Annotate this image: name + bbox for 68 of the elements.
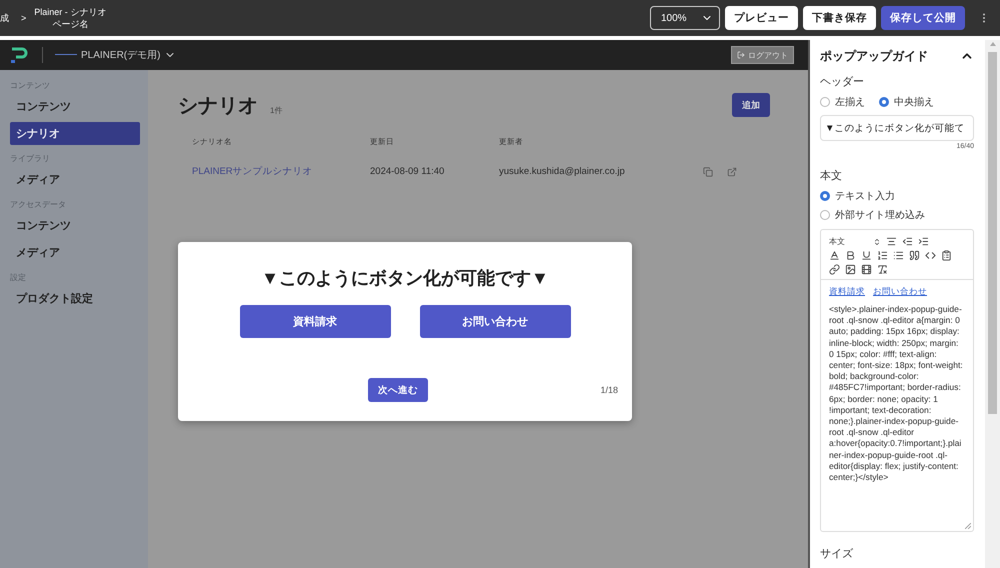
table-cell-text: yusuke.kushida@plainer.co.jp (499, 166, 626, 177)
sidebar-item[interactable]: メディア (10, 168, 140, 191)
next-button[interactable]: 次へ進む (368, 378, 428, 402)
toolbar-button[interactable]: プレビュー (725, 6, 798, 30)
link-icon[interactable] (829, 264, 840, 275)
logout-button[interactable]: ログアウト (731, 46, 794, 64)
code-icon[interactable] (925, 250, 936, 261)
radio-button[interactable] (879, 97, 889, 107)
clipboard-icon[interactable] (941, 250, 952, 261)
logout-icon (737, 51, 745, 59)
sidebar-item[interactable]: メディア (10, 241, 140, 264)
rich-text-editor[interactable] (820, 229, 974, 532)
header-input[interactable]: ▼このようにボタン化が可能て (820, 115, 974, 141)
image-icon[interactable] (845, 264, 856, 275)
sort-icon (873, 238, 881, 246)
add-button[interactable]: 追加 (732, 93, 770, 117)
item-count: 1件 (270, 105, 282, 116)
underline-icon[interactable] (861, 250, 872, 261)
format-select[interactable]: 本文 (829, 236, 881, 247)
align-icon[interactable] (886, 236, 897, 247)
radio-button[interactable] (820, 191, 830, 201)
page-counter: 1/18 (600, 385, 618, 395)
section-label: 本文 (820, 168, 843, 183)
radio-label: テキスト入力 (835, 190, 895, 203)
sidebar-heading: ライブラリ (10, 153, 51, 164)
sidebar-item[interactable]: コンテンツ (10, 95, 140, 118)
sidebar-item[interactable]: シナリオ (10, 122, 140, 145)
popup-button[interactable]: 資料請求 (240, 305, 390, 338)
dash-icon (55, 54, 77, 56)
page-heading: シナリオ (178, 94, 258, 119)
page-subtitle: ページ名 (52, 18, 88, 30)
logo-icon (10, 46, 30, 64)
sidebar-item[interactable]: コンテンツ (10, 214, 140, 237)
toolbar-button[interactable]: 下書き保存 (803, 6, 876, 30)
clear-format-icon[interactable] (877, 264, 888, 275)
section-label: ヘッダー (820, 75, 865, 89)
page-title: Plainer - シナリオ (34, 6, 106, 18)
indent-icon[interactable] (918, 236, 929, 247)
editor-link[interactable]: お問い合わせ (873, 286, 927, 298)
section-label: サイズ (820, 547, 854, 561)
breadcrumb-text: 成 (0, 12, 9, 24)
editor-link[interactable]: 資料請求 (829, 286, 865, 298)
sidebar-item[interactable]: プロダクト設定 (10, 287, 140, 310)
popup-title: ▼このようにボタン化が可能です▼ (261, 267, 549, 290)
resize-handle-icon[interactable] (965, 523, 971, 529)
popup-button[interactable]: お問い合わせ (420, 305, 570, 338)
sidebar-heading: 設定 (10, 272, 27, 283)
radio-button[interactable] (820, 97, 830, 107)
numbered-list-icon[interactable] (877, 250, 888, 261)
text-color-icon[interactable] (829, 250, 840, 261)
bullet-list-icon[interactable] (893, 250, 904, 261)
workspace-selector[interactable]: PLAINER(デモ用) (55, 48, 176, 62)
panel-title: ポップアップガイド (820, 48, 928, 64)
zoom-select[interactable]: 100% (650, 6, 720, 30)
radio-button[interactable] (820, 210, 830, 220)
publish-button[interactable]: 保存して公開 (881, 6, 965, 30)
film-icon[interactable] (861, 264, 872, 275)
scrollbar[interactable] (985, 40, 1000, 568)
breadcrumb-separator: > (21, 13, 26, 23)
radio-label: 左揃え (835, 96, 865, 109)
outdent-icon[interactable] (902, 236, 913, 247)
table-cell-text: 2024-08-09 11:40 (370, 166, 446, 177)
code-text: <style>.plainer-index-popup-guide-root .ql-snow .ql-editor a{margin: 0 auto; padding: 15px 16px; display: inline-block; width: 250px; margin: 0 15px; color: #fff; text-align: center; font-size: 18px; font-weight: bold; background-color: #485FC7!important; border-radius: 6px; border: none; opacity: 1 !important; text-decoration: none;}.plainer-index-popup-guide-root .ql-snow .ql-editor a:hover{opacity:0.7!important;}.plainer-index-popup-guide-root .ql-editor{display: flex; justify-content: center;}</style> (829, 304, 964, 484)
scenario-link[interactable]: PLAINERサンプルシナリオ (192, 165, 370, 178)
radio-label: 外部サイト埋め込み (835, 208, 925, 222)
quote-icon[interactable] (909, 250, 920, 261)
bold-icon[interactable] (845, 250, 856, 261)
radio-label: 中央揃え (894, 96, 934, 109)
